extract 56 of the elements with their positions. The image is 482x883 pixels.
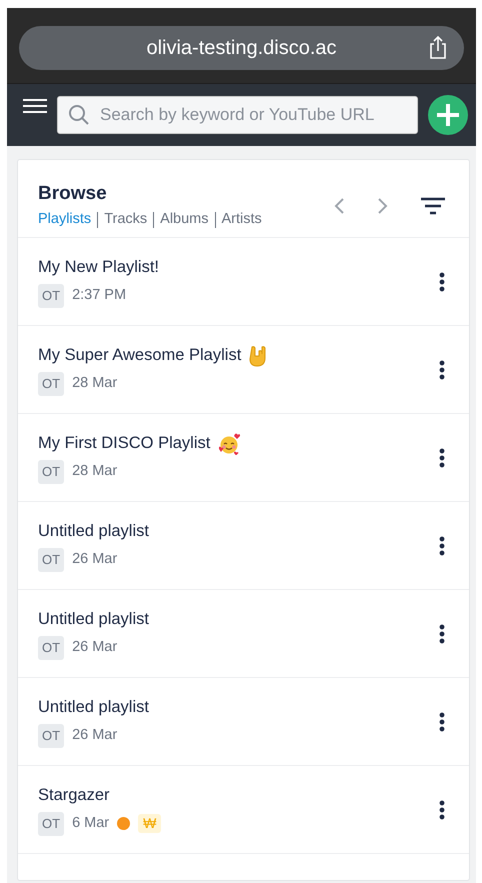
playlist-name: Untitled playlist — [38, 609, 149, 630]
owner-initials: OT — [38, 460, 64, 484]
menu-icon[interactable] — [23, 98, 47, 114]
plus-icon — [436, 103, 460, 127]
playlist-name: My First DISCO Playlist — [38, 433, 210, 454]
playlist-date: 26 Mar — [72, 726, 118, 745]
playlist-row[interactable]: My New Playlist! OT 2:37 PM — [18, 238, 469, 326]
rock-hand-emoji-icon — [249, 344, 268, 367]
playlist-date: 2:37 PM — [72, 286, 126, 305]
browse-tab[interactable]: Playlists — [38, 209, 92, 232]
playlist-row[interactable]: My Super Awesome Playlist OT 28 Mar — [18, 326, 469, 414]
more-options-icon — [439, 536, 445, 556]
filter-icon — [421, 196, 445, 214]
playlist-name: My Super Awesome Playlist — [38, 345, 242, 366]
add-button[interactable] — [428, 95, 468, 135]
browse-tab[interactable]: Albums — [160, 209, 209, 232]
smiling-face-hearts-icon — [218, 432, 240, 455]
playlist-name: Untitled playlist — [38, 521, 149, 542]
playlist-row[interactable]: My First DISCO Playlist OT 28 Mar — [18, 414, 469, 502]
owner-initials: OT — [38, 724, 64, 748]
separator-line — [214, 212, 216, 228]
more-options-icon — [439, 448, 445, 468]
url-text: olivia-testing.disco.ac — [146, 36, 337, 61]
playlist-row[interactable]: Untitled playlist OT 26 Mar — [18, 678, 469, 766]
separator-line — [97, 212, 98, 228]
playlist-date: 28 Mar — [72, 462, 118, 481]
owner-initials: OT — [38, 284, 64, 308]
separator-line — [153, 212, 154, 228]
playlist-date: 28 Mar — [72, 374, 118, 393]
owner-initials: OT — [38, 548, 64, 572]
playlist-name: My New Playlist! — [38, 257, 160, 278]
more-options-icon — [439, 272, 445, 292]
browse-tab[interactable]: Tracks — [104, 209, 148, 232]
playlist-date: 26 Mar — [72, 550, 118, 569]
more-options-icon — [439, 360, 445, 380]
more-options-icon — [439, 624, 445, 644]
chevron-right-icon — [377, 196, 389, 214]
more-options-icon — [439, 712, 445, 732]
playlist-row[interactable]: Stargazer OT 6 Mar ₩ — [18, 766, 469, 854]
playlist-tag: ₩ — [138, 814, 162, 834]
owner-initials: OT — [38, 812, 64, 836]
owner-initials: OT — [38, 372, 64, 396]
more-options-icon — [439, 800, 445, 820]
address-bar[interactable]: olivia-testing.disco.ac — [19, 26, 464, 70]
share-icon[interactable] — [428, 35, 448, 60]
search-field[interactable]: Search by keyword or YouTube URL — [57, 96, 418, 134]
playlist-name: Stargazer — [38, 785, 110, 806]
browse-title: Browse — [38, 182, 108, 206]
browse-tab[interactable]: Artists — [222, 209, 262, 232]
chevron-left-icon — [333, 196, 345, 214]
playlist-date: 26 Mar — [72, 638, 118, 657]
playlist-row[interactable]: Untitled playlist OT 26 Mar — [18, 590, 469, 678]
owner-initials: OT — [38, 636, 64, 660]
playlist-date: 6 Mar — [72, 814, 110, 833]
playlist-name: Untitled playlist — [38, 697, 149, 718]
playlist-row[interactable]: Untitled playlist OT 26 Mar — [18, 502, 469, 590]
